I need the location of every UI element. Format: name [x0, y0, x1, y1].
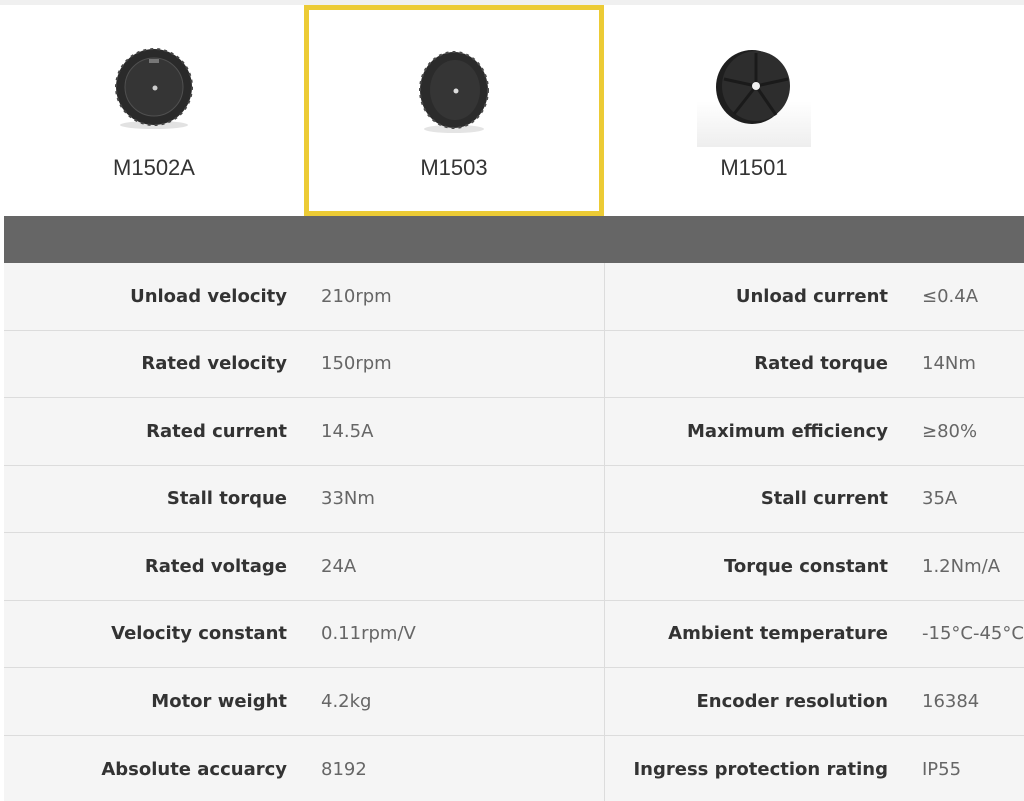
product-name: M1502A: [113, 155, 195, 180]
spec-label: Maximum efficiency: [687, 420, 888, 442]
spec-header-bar: [4, 216, 1024, 263]
spec-value: 1.2Nm/A: [922, 555, 1001, 577]
spec-value: -15°C-45°C: [922, 623, 1024, 645]
spec-label: Absolute accuarcy: [101, 758, 287, 780]
product-name: M1501: [720, 155, 788, 180]
table-row: Motor weight 4.2kg Encoder resolution 16…: [4, 668, 1024, 736]
spec-label: Motor weight: [151, 690, 287, 712]
spec-label: Unload velocity: [130, 285, 287, 307]
spec-value: 14.5A: [321, 420, 374, 442]
spec-label: Stall torque: [166, 488, 287, 510]
product-name: M1503: [420, 155, 488, 180]
spec-value: ≥80%: [922, 420, 978, 442]
table-row: Rated voltage 24A Torque constant 1.2Nm/…: [4, 533, 1024, 601]
table-row: Rated velocity 150rpm Rated torque 14Nm: [4, 330, 1024, 398]
spec-label: Ambient temperature: [668, 623, 888, 645]
product-selector: M1502A M1503 M1501: [0, 5, 1024, 216]
spec-label: Rated current: [146, 420, 287, 442]
spec-value: ≤0.4A: [922, 285, 979, 307]
spec-value: 210rpm: [321, 285, 392, 307]
spec-label: Rated voltage: [144, 555, 287, 577]
product-tab-m1501[interactable]: M1501: [604, 5, 904, 216]
spec-value: 33Nm: [321, 488, 375, 510]
spec-label: Encoder resolution: [696, 690, 889, 712]
spec-label: Rated velocity: [141, 353, 287, 375]
spec-label: Ingress protection rating: [633, 758, 888, 780]
spec-label: Torque constant: [723, 555, 888, 577]
spec-label: Unload current: [735, 285, 888, 307]
spec-label: Stall current: [760, 488, 888, 510]
product-tab-m1502a[interactable]: M1502A: [4, 5, 304, 216]
spec-label: Rated torque: [754, 353, 888, 375]
spec-value: 14Nm: [922, 353, 976, 375]
spec-value: 4.2kg: [321, 690, 372, 712]
spec-table: Unload velocity 210rpm Unload current ≤0…: [4, 263, 1024, 801]
hub-motor-disc-icon: [716, 50, 790, 124]
spec-value: 35A: [922, 488, 958, 510]
table-row: Stall torque 33Nm Stall current 35A: [4, 465, 1024, 533]
product-tab-m1503[interactable]: M1503: [304, 5, 604, 216]
spec-label: Velocity constant: [111, 623, 287, 645]
spec-value: IP55: [922, 758, 962, 780]
spec-value: 150rpm: [321, 353, 392, 375]
hub-motor-wheel-icon: [115, 48, 193, 129]
table-row: Velocity constant 0.11rpm/V Ambient temp…: [4, 600, 1024, 668]
product-comparison-page: M1502A M1503 M1501 Unload velocity 210rp…: [0, 0, 1024, 801]
spec-value: 16384: [922, 690, 980, 712]
hub-motor-wheel-icon: [419, 51, 489, 133]
spec-value: 0.11rpm/V: [321, 623, 416, 645]
table-row: Absolute accuarcy 8192 Ingress protectio…: [4, 735, 1024, 801]
table-row: Unload velocity 210rpm Unload current ≤0…: [4, 263, 1024, 331]
table-row: Rated current 14.5A Maximum efficiency ≥…: [4, 398, 1024, 466]
spec-value: 8192: [321, 758, 367, 780]
spec-value: 24A: [321, 555, 357, 577]
